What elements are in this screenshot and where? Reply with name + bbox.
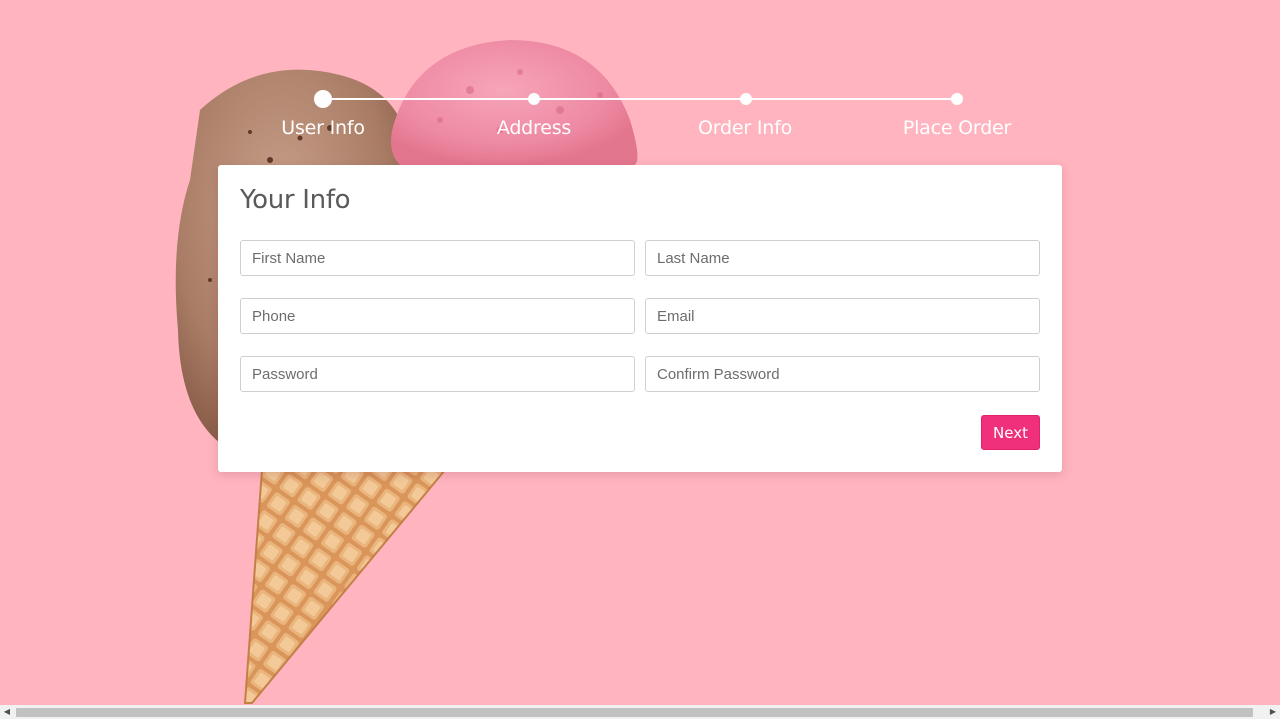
- step-dot-order-info: [740, 93, 752, 105]
- step-label-order-info: Order Info: [698, 117, 792, 139]
- horizontal-scrollbar[interactable]: ◀ ▶: [0, 705, 1280, 719]
- next-button[interactable]: Next: [981, 415, 1040, 450]
- confirm-password-field[interactable]: [645, 356, 1040, 392]
- step-dot-place-order: [951, 93, 963, 105]
- email-field[interactable]: [645, 298, 1040, 334]
- caret-right-icon[interactable]: ▶: [1266, 705, 1280, 719]
- scrollbar-thumb[interactable]: [16, 708, 1253, 717]
- caret-left-icon[interactable]: ◀: [0, 705, 14, 719]
- form-title: Your Info: [240, 185, 351, 215]
- step-dot-address: [528, 93, 540, 105]
- phone-field[interactable]: [240, 298, 635, 334]
- step-label-place-order: Place Order: [902, 117, 1012, 139]
- step-label-user-info: User Info: [281, 117, 365, 139]
- step-label-address: Address: [496, 117, 572, 139]
- step-dot-user-info: [314, 90, 332, 108]
- password-field[interactable]: [240, 356, 635, 392]
- last-name-field[interactable]: [645, 240, 1040, 276]
- stepper-line: [323, 98, 957, 100]
- order-progress-stepper: User Info Address Order Info Place Order: [0, 0, 1280, 150]
- first-name-field[interactable]: [240, 240, 635, 276]
- user-info-form-card: Your Info Next: [218, 165, 1062, 472]
